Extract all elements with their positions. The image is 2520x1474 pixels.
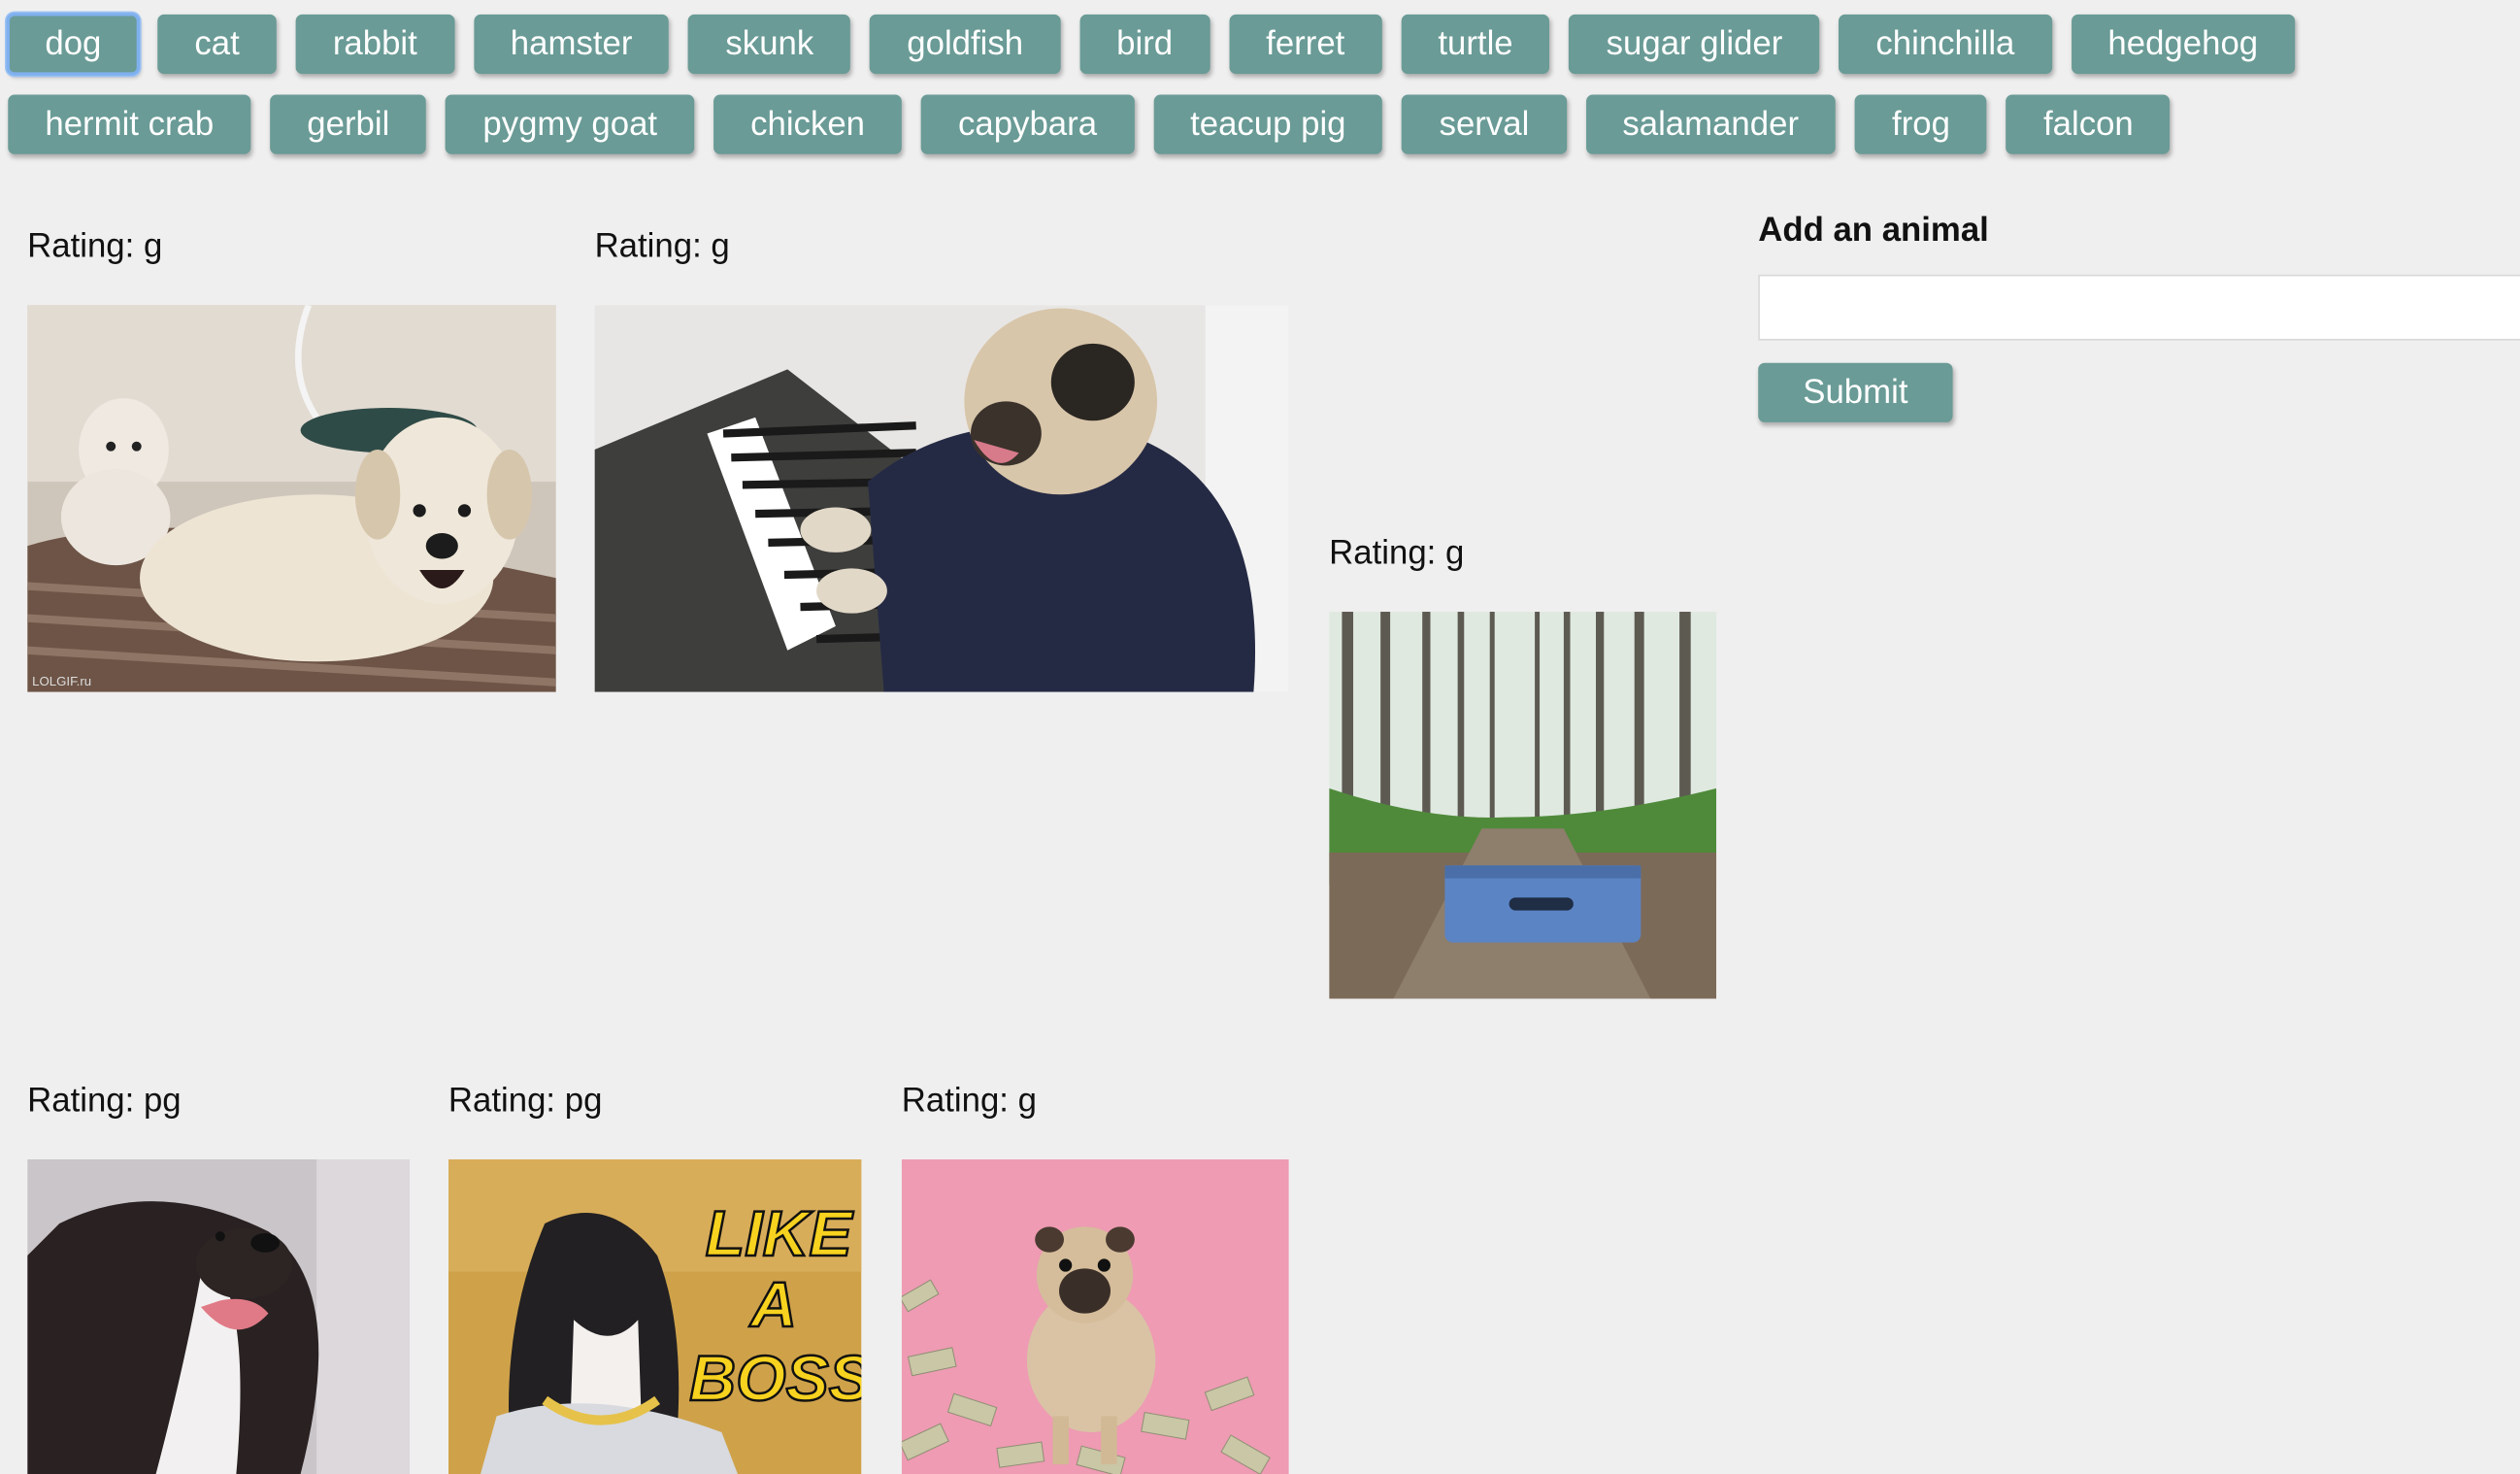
gif-rating: Rating: g: [1329, 534, 1465, 572]
gif-card-3: Rating: g: [1329, 535, 1464, 574]
gif-rating: Rating: g: [901, 1082, 1037, 1120]
animal-button-chicken[interactable]: chicken: [713, 94, 903, 154]
animal-button-turtle[interactable]: turtle: [1401, 14, 1550, 75]
animal-button-row-1: dog cat rabbit hamster skunk goldfish bird ferr…: [6, 13, 2296, 76]
gif-rating: Rating: pg: [448, 1082, 603, 1120]
animal-button-falcon[interactable]: falcon: [2006, 94, 2171, 154]
animal-button-capybara[interactable]: capybara: [920, 94, 1135, 154]
gif-card-2: Rating: g: [595, 228, 730, 267]
gif-image-suitcase-forest[interactable]: [1329, 612, 1717, 999]
animal-button-serval[interactable]: serval: [1402, 94, 1567, 154]
animal-button-rabbit[interactable]: rabbit: [295, 14, 454, 75]
animal-button-hermit-crab[interactable]: hermit crab: [8, 94, 251, 154]
boss-text-line-2: A: [748, 1269, 797, 1341]
animal-button-bird[interactable]: bird: [1079, 14, 1210, 75]
animal-button-gerbil[interactable]: gerbil: [270, 94, 427, 154]
animal-button-chinchilla[interactable]: chinchilla: [1839, 14, 2052, 75]
gif-image-dogs-on-bed[interactable]: LOLGIF.ru: [27, 305, 556, 692]
gif-rating: Rating: g: [594, 227, 730, 265]
animal-button-hamster[interactable]: hamster: [473, 14, 670, 75]
gif-card-5: Rating: pg: [448, 1083, 602, 1122]
add-animal-form: Add an animal Submit: [1758, 209, 2520, 422]
animal-button-salamander[interactable]: salamander: [1585, 94, 1837, 154]
gif-card-4: Rating: pg: [27, 1083, 181, 1122]
gif-image-like-a-boss[interactable]: LIKE A BOSS: [448, 1158, 862, 1474]
gif-watermark: LOLGIF.ru: [32, 674, 91, 688]
boss-text-line-1: LIKE: [706, 1198, 854, 1270]
gif-image-pug-money[interactable]: [901, 1158, 1289, 1474]
animal-button-cat[interactable]: cat: [157, 14, 277, 75]
gif-rating: Rating: pg: [27, 1082, 182, 1120]
animal-button-skunk[interactable]: skunk: [688, 14, 851, 75]
animal-button-dog[interactable]: dog: [6, 13, 141, 76]
gif-image-black-dog[interactable]: [27, 1158, 411, 1474]
gif-card-1: Rating: g: [27, 228, 162, 267]
animal-button-teacup-pig[interactable]: teacup pig: [1152, 94, 1383, 154]
page: dog cat rabbit hamster skunk goldfish bird ferr…: [0, 0, 2520, 1474]
animal-button-frog[interactable]: frog: [1854, 94, 1988, 154]
animal-button-pygmy-goat[interactable]: pygmy goat: [446, 94, 695, 154]
gif-card-6: Rating: g: [902, 1083, 1037, 1122]
boss-text-line-3: BOSS: [689, 1343, 861, 1415]
submit-button[interactable]: Submit: [1758, 362, 1953, 422]
gif-rating: Rating: g: [27, 227, 163, 265]
animal-button-row-2: hermit crab gerbil pygmy goat chicken capyba…: [8, 94, 2171, 154]
gif-image-pug-keyboard[interactable]: [594, 305, 1289, 692]
animal-button-hedgehog[interactable]: hedgehog: [2071, 14, 2296, 75]
animal-button-sugar-glider[interactable]: sugar glider: [1569, 14, 1820, 75]
add-animal-title: Add an animal: [1758, 212, 1989, 250]
add-animal-input[interactable]: [1758, 274, 2520, 341]
animal-button-goldfish[interactable]: goldfish: [870, 14, 1061, 75]
animal-button-ferret[interactable]: ferret: [1229, 14, 1382, 75]
